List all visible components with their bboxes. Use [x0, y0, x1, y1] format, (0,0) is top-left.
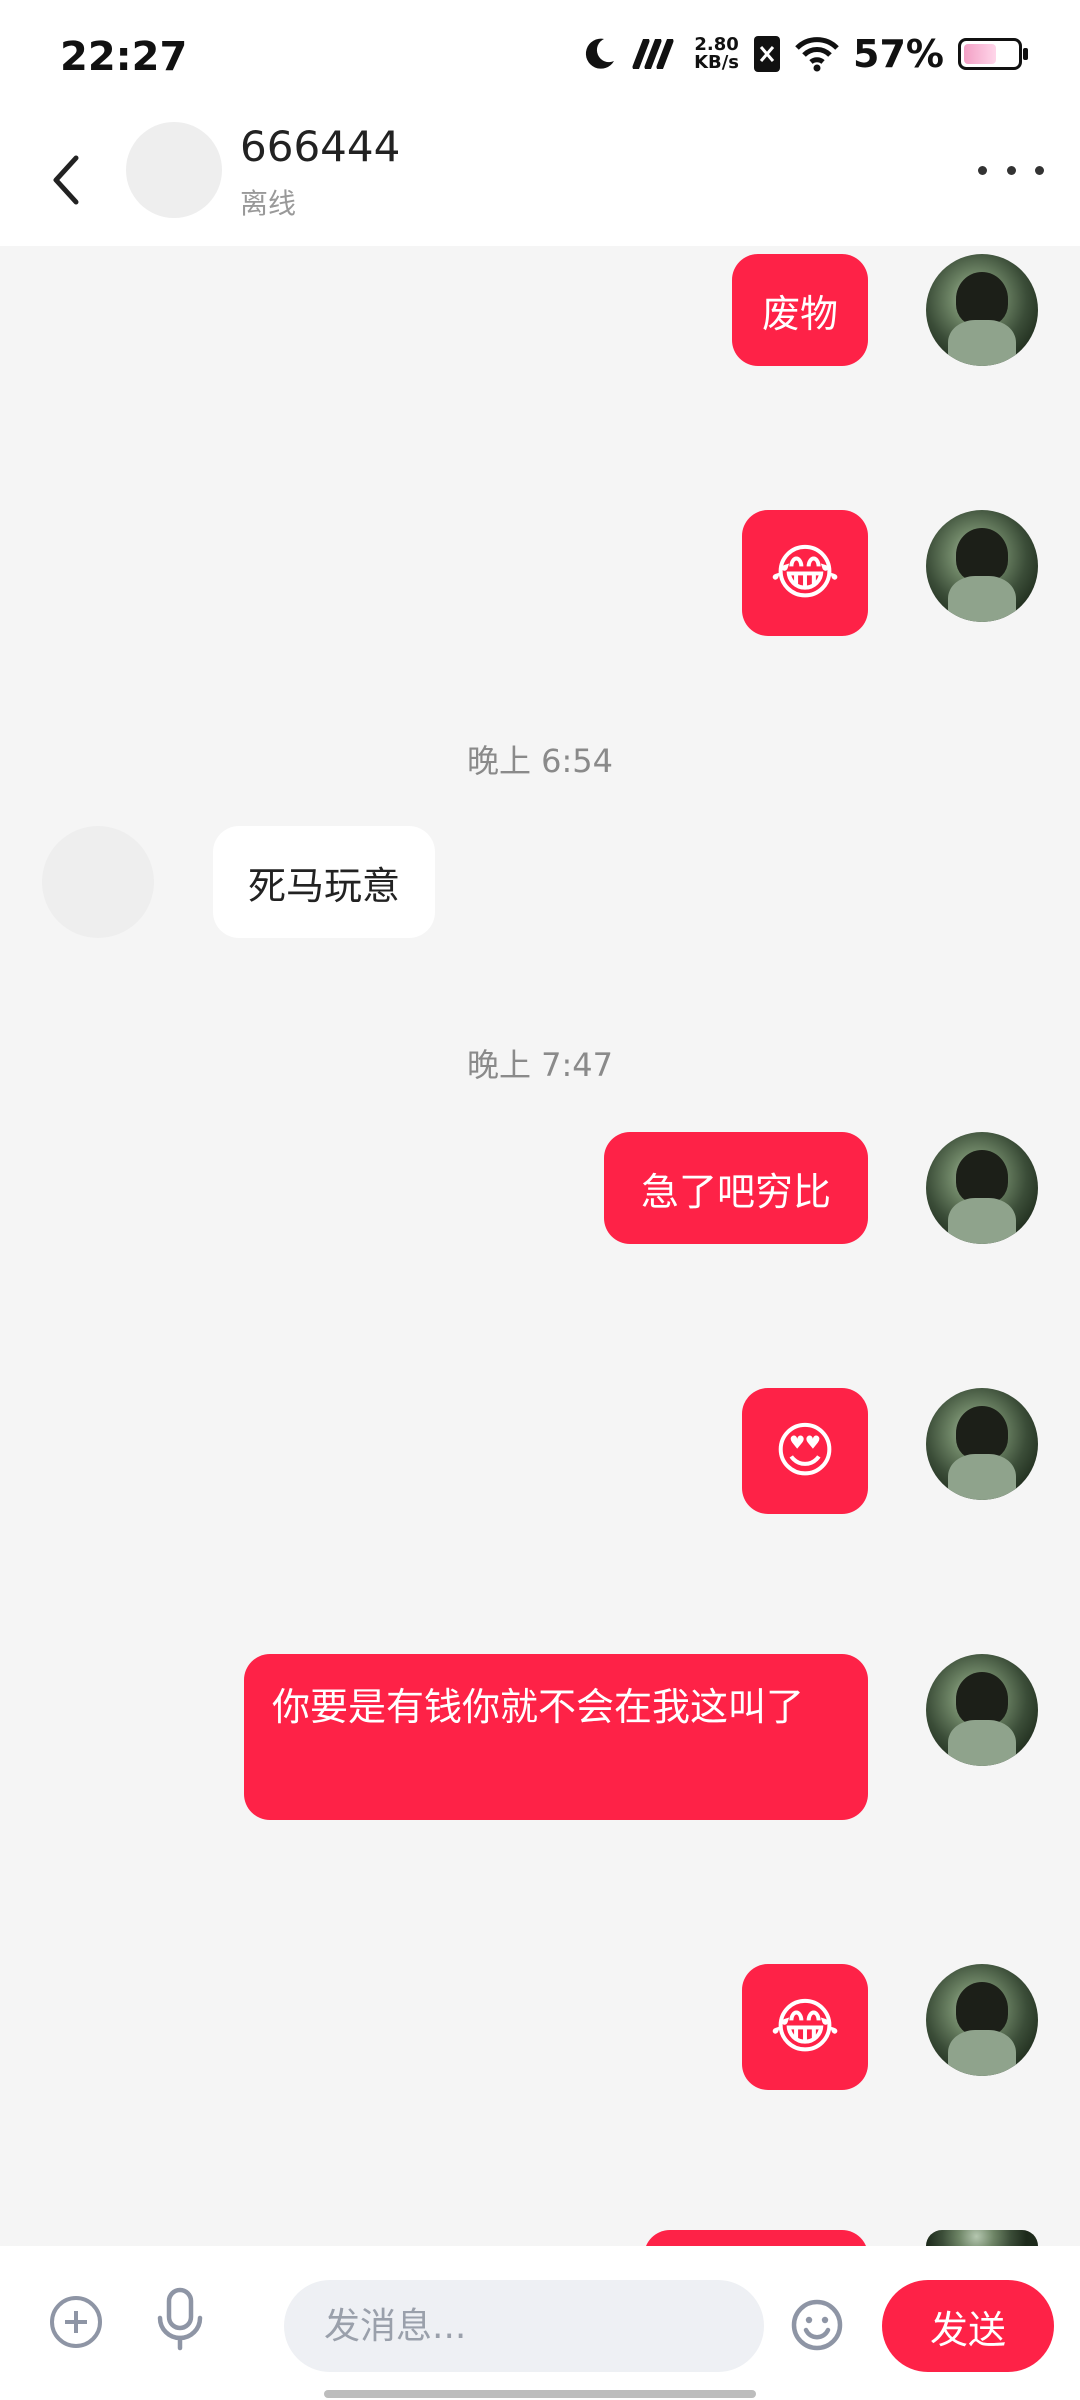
my-avatar[interactable]: [926, 1654, 1038, 1766]
moon-icon: [580, 35, 618, 73]
emoji-picker-button[interactable]: [790, 2298, 844, 2352]
status-icons: 2.80 KB/s 57%: [580, 32, 1028, 76]
message-input[interactable]: [284, 2280, 764, 2372]
composer-bar: 发送: [0, 2246, 1080, 2400]
message-bubble-outgoing[interactable]: 你要是有钱你就不会在我这叫了: [244, 1654, 868, 1820]
message-emoji: 😂: [769, 538, 841, 608]
my-avatar[interactable]: [926, 1388, 1038, 1500]
wifi-icon: [795, 36, 839, 72]
my-avatar[interactable]: [926, 1964, 1038, 2076]
send-button[interactable]: 发送: [882, 2280, 1054, 2372]
message-bubble-outgoing[interactable]: 废物: [732, 254, 868, 366]
peer-avatar[interactable]: [126, 122, 222, 218]
chat-header: 666444 离线: [0, 118, 1080, 246]
smiley-icon: [791, 2299, 843, 2351]
home-indicator[interactable]: [324, 2390, 756, 2398]
message-list[interactable]: 废物 😂 晚上 6:54 死马玩意 晚上 7:47 急了吧穷比 😍 你要是有钱你…: [0, 246, 1080, 2246]
message-text: 急了吧穷比: [640, 1169, 831, 1214]
message-bubble-outgoing[interactable]: [644, 2230, 868, 2246]
message-timestamp: 晚上 7:47: [466, 1046, 614, 1084]
peer-message-avatar[interactable]: [42, 826, 154, 938]
status-bar: 22:27 2.80 KB/s 57%: [0, 0, 1080, 118]
net-speed: 2.80 KB/s: [694, 34, 740, 73]
message-text: 废物: [761, 291, 838, 336]
peer-status: 离线: [240, 187, 297, 220]
sim-off-icon: [753, 35, 781, 73]
message-text: 死马玩意: [247, 863, 400, 908]
more-options-button[interactable]: [978, 150, 1044, 190]
dot-icon: [1035, 165, 1044, 175]
microphone-icon: [157, 2287, 203, 2351]
message-timestamp: 晚上 6:54: [466, 742, 614, 780]
dot-icon: [1006, 165, 1016, 175]
message-emoji: 😂: [769, 1992, 841, 2062]
add-attachment-button[interactable]: [50, 2296, 102, 2348]
message-bubble-outgoing[interactable]: 😂: [742, 1964, 868, 2090]
chevron-left-icon: [53, 155, 79, 205]
message-bubble-outgoing[interactable]: 急了吧穷比: [604, 1132, 868, 1244]
my-avatar[interactable]: [926, 254, 1038, 366]
peer-name[interactable]: 666444: [240, 122, 400, 171]
message-bubble-incoming[interactable]: 死马玩意: [213, 826, 435, 938]
dot-icon: [978, 165, 987, 175]
status-time: 22:27: [60, 34, 188, 80]
battery-icon: [958, 38, 1028, 70]
message-emoji: 😍: [773, 1416, 837, 1486]
battery-percent: 57%: [853, 32, 944, 76]
signal-icon: [632, 39, 680, 69]
message-text: 你要是有钱你就不会在我这叫了: [272, 1685, 805, 1729]
my-avatar[interactable]: [926, 1132, 1038, 1244]
my-avatar[interactable]: [926, 2230, 1038, 2246]
my-avatar[interactable]: [926, 510, 1038, 622]
message-bubble-outgoing[interactable]: 😍: [742, 1388, 868, 1514]
voice-input-button[interactable]: [152, 2286, 208, 2352]
back-button[interactable]: [36, 140, 96, 220]
message-bubble-outgoing[interactable]: 😂: [742, 510, 868, 636]
